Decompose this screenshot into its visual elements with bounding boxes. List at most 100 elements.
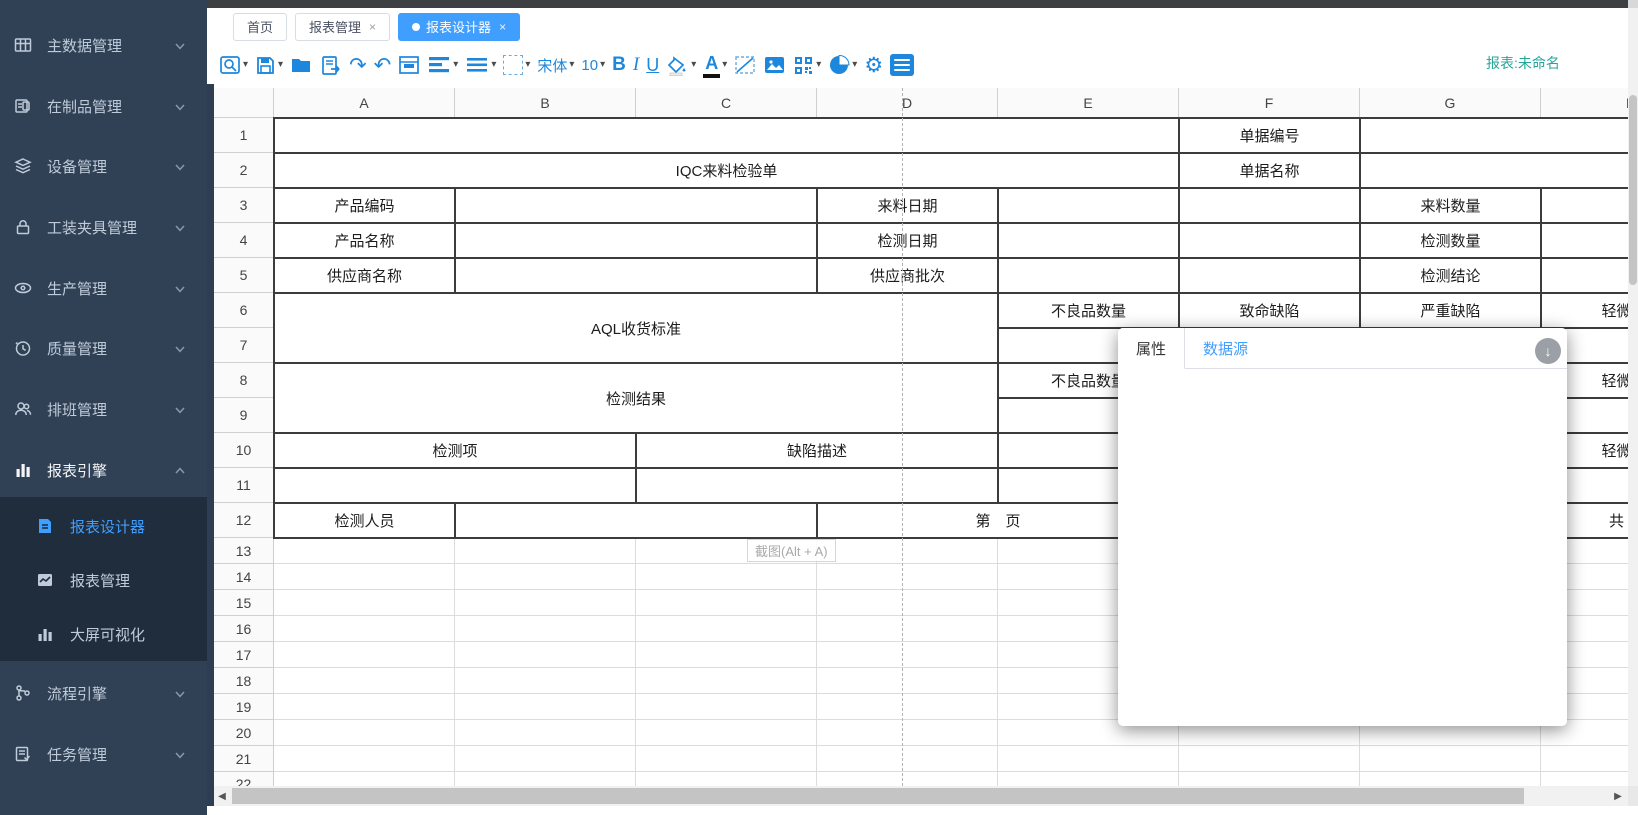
align-left-button[interactable]: ▾ bbox=[427, 55, 458, 75]
sidebar-item-3[interactable]: 工装夹具管理 bbox=[0, 207, 207, 247]
sidebar-subitem-0[interactable]: 报表设计器 bbox=[0, 506, 207, 546]
report-cell-4-4[interactable]: 检测日期 bbox=[816, 222, 999, 259]
sidebar-item-6[interactable]: 排班管理 bbox=[0, 389, 207, 429]
cell-D14[interactable] bbox=[817, 564, 998, 590]
cell-D13[interactable] bbox=[817, 538, 998, 564]
underline-button[interactable]: U bbox=[646, 55, 659, 76]
column-header-C[interactable]: C bbox=[636, 88, 817, 118]
cell-C15[interactable] bbox=[636, 590, 817, 616]
column-header-F[interactable]: F bbox=[1179, 88, 1360, 118]
italic-button[interactable]: I bbox=[633, 54, 639, 76]
row-header-8[interactable]: 8 bbox=[214, 363, 274, 398]
cell-A16[interactable] bbox=[274, 616, 455, 642]
cell-A18[interactable] bbox=[274, 668, 455, 694]
cell-D19[interactable] bbox=[817, 694, 998, 720]
report-cell-10-1[interactable]: 检测项 bbox=[273, 432, 637, 469]
cell-B19[interactable] bbox=[455, 694, 636, 720]
column-header-G[interactable]: G bbox=[1360, 88, 1541, 118]
report-cell-3-6[interactable] bbox=[1178, 187, 1361, 224]
bold-button[interactable]: B bbox=[612, 54, 626, 76]
report-cell-5-7[interactable]: 检测结论 bbox=[1359, 257, 1542, 294]
horizontal-scrollbar[interactable]: ◀ ▶ bbox=[214, 786, 1628, 806]
report-cell-1-1[interactable] bbox=[273, 117, 1180, 154]
close-icon[interactable]: × bbox=[369, 20, 376, 34]
cell-C20[interactable] bbox=[636, 720, 817, 746]
properties-panel-button[interactable] bbox=[890, 54, 914, 76]
cell-A20[interactable] bbox=[274, 720, 455, 746]
cell-E21[interactable] bbox=[998, 746, 1179, 772]
clear-format-button[interactable] bbox=[734, 55, 756, 75]
cell-H22[interactable] bbox=[1541, 772, 1638, 786]
sidebar-item-5[interactable]: 质量管理 bbox=[0, 328, 207, 368]
report-cell-6-1[interactable]: AQL收货标准 bbox=[273, 292, 999, 364]
report-cell-3-5[interactable] bbox=[997, 187, 1180, 224]
cell-C21[interactable] bbox=[636, 746, 817, 772]
cell-B21[interactable] bbox=[455, 746, 636, 772]
report-cell-8-1[interactable]: 检测结果 bbox=[273, 362, 999, 434]
cell-E22[interactable] bbox=[998, 772, 1179, 786]
row-header-18[interactable]: 18 bbox=[214, 668, 274, 694]
cell-D20[interactable] bbox=[817, 720, 998, 746]
report-cell-4-8[interactable] bbox=[1540, 222, 1638, 259]
sidebar-subitem-1[interactable]: 报表管理 bbox=[0, 560, 207, 600]
cell-A15[interactable] bbox=[274, 590, 455, 616]
report-cell-4-1[interactable]: 产品名称 bbox=[273, 222, 456, 259]
cell-C18[interactable] bbox=[636, 668, 817, 694]
row-header-4[interactable]: 4 bbox=[214, 223, 274, 258]
scroll-right-arrow-icon[interactable]: ▶ bbox=[1612, 790, 1624, 802]
tab-report-designer[interactable]: 报表设计器 × bbox=[398, 13, 520, 41]
report-cell-4-7[interactable]: 检测数量 bbox=[1359, 222, 1542, 259]
cell-D16[interactable] bbox=[817, 616, 998, 642]
report-cell-1-6[interactable]: 单据编号 bbox=[1178, 117, 1361, 154]
sheet-corner[interactable] bbox=[214, 88, 274, 118]
cell-A19[interactable] bbox=[274, 694, 455, 720]
sidebar-item-2[interactable]: 设备管理 bbox=[0, 146, 207, 186]
sidebar-item-1[interactable]: 在制品管理 bbox=[0, 86, 207, 126]
chart-button[interactable]: ▾ bbox=[828, 54, 857, 76]
vertical-scrollbar-thumb[interactable] bbox=[1629, 95, 1637, 285]
row-header-21[interactable]: 21 bbox=[214, 746, 274, 772]
settings-button[interactable]: ⚙ bbox=[864, 55, 883, 76]
row-header-3[interactable]: 3 bbox=[214, 188, 274, 223]
row-header-19[interactable]: 19 bbox=[214, 694, 274, 720]
image-button[interactable] bbox=[763, 55, 786, 75]
horizontal-scrollbar-thumb[interactable] bbox=[232, 788, 1524, 804]
cell-C17[interactable] bbox=[636, 642, 817, 668]
panel-tab-attributes[interactable]: 属性 bbox=[1118, 328, 1185, 369]
cell-A14[interactable] bbox=[274, 564, 455, 590]
report-cell-4-2[interactable] bbox=[454, 222, 818, 259]
cell-B17[interactable] bbox=[455, 642, 636, 668]
row-header-10[interactable]: 10 bbox=[214, 433, 274, 468]
row-header-2[interactable]: 2 bbox=[214, 153, 274, 188]
sidebar-item-7[interactable]: 报表引擎 bbox=[0, 450, 207, 490]
collapse-panel-button[interactable]: ↓ bbox=[1535, 338, 1561, 364]
cell-B13[interactable] bbox=[455, 538, 636, 564]
report-cell-10-3[interactable]: 缺陷描述 bbox=[635, 432, 999, 469]
cell-B16[interactable] bbox=[455, 616, 636, 642]
cell-F22[interactable] bbox=[1179, 772, 1360, 786]
report-cell-6-5[interactable]: 不良品数量 bbox=[997, 292, 1180, 329]
cell-C16[interactable] bbox=[636, 616, 817, 642]
row-header-11[interactable]: 11 bbox=[214, 468, 274, 503]
row-header-13[interactable]: 13 bbox=[214, 538, 274, 564]
report-cell-1-7[interactable] bbox=[1359, 117, 1638, 154]
report-cell-5-2[interactable] bbox=[454, 257, 818, 294]
column-header-E[interactable]: E bbox=[998, 88, 1179, 118]
row-header-7[interactable]: 7 bbox=[214, 328, 274, 363]
cell-H21[interactable] bbox=[1541, 746, 1638, 772]
row-header-22[interactable]: 22 bbox=[214, 772, 274, 786]
fill-color-button[interactable]: ▾ bbox=[666, 55, 696, 76]
report-cell-12-2[interactable] bbox=[454, 502, 818, 539]
report-cell-2-6[interactable]: 单据名称 bbox=[1178, 152, 1361, 189]
cell-B18[interactable] bbox=[455, 668, 636, 694]
border-grid-button[interactable]: ▾ bbox=[503, 55, 530, 75]
cell-A21[interactable] bbox=[274, 746, 455, 772]
column-header-H[interactable]: H bbox=[1541, 88, 1638, 118]
save-button[interactable]: ▾ bbox=[255, 55, 283, 76]
font-color-button[interactable]: A ▾ bbox=[703, 53, 727, 78]
sidebar-item-0[interactable]: 主数据管理 bbox=[0, 25, 207, 65]
tab-home[interactable]: 首页 bbox=[233, 13, 287, 41]
cell-A13[interactable] bbox=[274, 538, 455, 564]
cell-B15[interactable] bbox=[455, 590, 636, 616]
cell-D22[interactable] bbox=[817, 772, 998, 786]
